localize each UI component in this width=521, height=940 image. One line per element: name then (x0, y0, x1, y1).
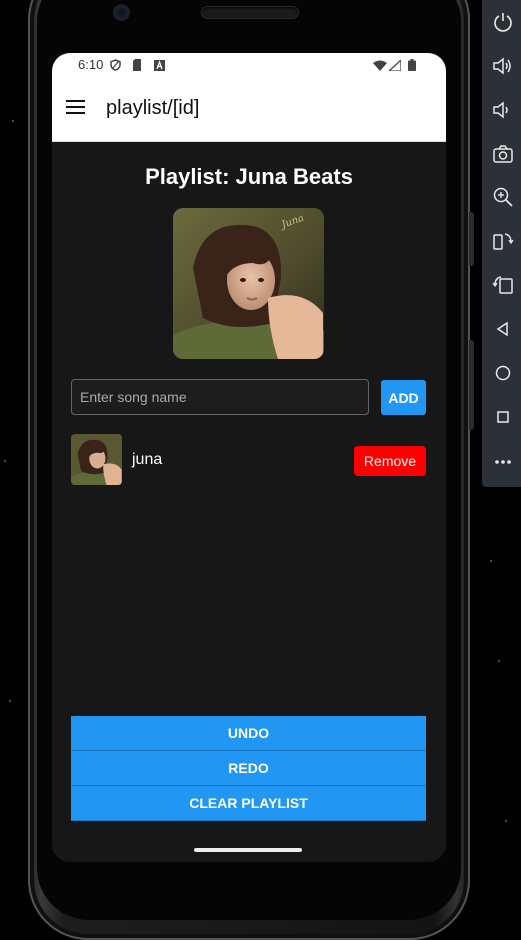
remove-song-button[interactable]: Remove (354, 446, 426, 476)
app-bar: playlist/[id] (52, 77, 446, 142)
gesture-home-bar[interactable] (194, 848, 302, 852)
back-icon[interactable] (492, 318, 514, 340)
rotate-right-icon[interactable] (492, 274, 514, 296)
camera-icon[interactable] (492, 143, 514, 165)
song-list-item: juna Remove (71, 434, 427, 486)
emulator-toolbar (482, 0, 521, 487)
playlist-screen: Playlist: Juna Beats Juna Enter song nam… (52, 142, 446, 862)
wifi-icon (373, 59, 387, 71)
front-camera (115, 6, 128, 19)
playlist-cover-image: Juna (173, 208, 324, 359)
redo-button[interactable]: REDO (71, 751, 426, 786)
song-thumbnail (71, 434, 122, 485)
zoom-icon[interactable] (492, 186, 514, 208)
status-time: 6:10 (78, 57, 104, 72)
power-icon[interactable] (492, 11, 514, 33)
overview-icon[interactable] (492, 406, 514, 428)
shield-icon (110, 59, 121, 71)
clear-playlist-button[interactable]: CLEAR PLAYLIST (71, 786, 426, 821)
sd-card-icon (132, 59, 142, 71)
battery-icon (408, 59, 416, 71)
earpiece-speaker (202, 7, 298, 18)
app-bar-title: playlist/[id] (106, 97, 200, 119)
device-screen: 6:10 playlist/[id] Playlist: Juna Beats (52, 53, 446, 862)
phone-side-button (469, 212, 474, 266)
signal-icon (387, 58, 402, 72)
status-bar: 6:10 (52, 53, 446, 77)
add-song-button[interactable]: ADD (381, 380, 426, 415)
hamburger-menu-icon[interactable] (66, 100, 86, 116)
song-name: juna (132, 451, 163, 468)
playlist-title: Playlist: Juna Beats (145, 164, 353, 189)
rotate-left-icon[interactable] (492, 230, 514, 252)
font-icon (154, 59, 165, 71)
phone-side-button (469, 340, 474, 430)
undo-button[interactable]: UNDO (71, 716, 426, 751)
volume-down-icon[interactable] (492, 99, 514, 121)
home-icon[interactable] (492, 362, 514, 384)
volume-up-icon[interactable] (492, 55, 514, 77)
more-icon[interactable] (492, 450, 514, 472)
song-name-input[interactable] (71, 379, 369, 415)
